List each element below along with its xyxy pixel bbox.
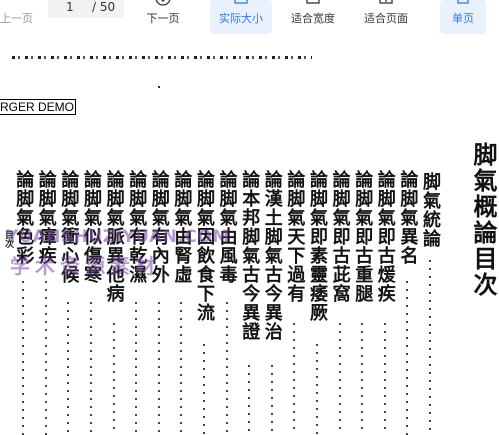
fit-width-icon	[306, 0, 320, 4]
toc-leader-dots	[67, 302, 70, 435]
pdf-toolbar: 上一页 1 / 50 下一页 实际大小 适合宽度 适合页面 单页	[0, 0, 499, 34]
prev-page-button[interactable]: 上一页	[0, 0, 36, 34]
toc-leader-dots	[135, 302, 138, 435]
toc-leader-dots	[22, 281, 25, 435]
toc-leader-dots	[338, 323, 341, 435]
actual-size-button[interactable]: 实际大小	[210, 0, 272, 34]
next-page-button[interactable]: 下一页	[140, 0, 186, 34]
page-number-field[interactable]: 1 / 50	[48, 0, 124, 18]
actual-size-icon	[234, 0, 248, 4]
fit-page-button[interactable]: 适合页面	[356, 0, 416, 34]
fit-width-label: 适合宽度	[291, 12, 335, 25]
toc-leader-dots	[248, 365, 251, 435]
toc-leader-dots	[406, 281, 409, 435]
fit-width-button[interactable]: 适合宽度	[283, 0, 343, 34]
watermark-text: 学术资源素材	[10, 254, 160, 278]
next-page-icon	[155, 0, 171, 6]
prev-page-label: 上一页	[0, 12, 33, 25]
next-page-label: 下一页	[146, 12, 180, 25]
toc-leader-dots	[361, 323, 364, 435]
current-page-input[interactable]: 1	[66, 0, 74, 14]
watermark-url: YUANSHUZIYUAN.COM	[6, 227, 230, 247]
toc-leader-dots	[293, 323, 296, 435]
single-page-button[interactable]: 单页	[440, 0, 486, 34]
single-page-label: 单页	[452, 12, 474, 25]
scan-noise-line	[12, 56, 312, 59]
demo-banner: RGER DEMO	[0, 99, 77, 115]
toc-leader-dots	[180, 302, 183, 435]
scan-noise-dot	[158, 86, 160, 88]
toc-leader-dots	[429, 260, 431, 435]
fit-page-label: 适合页面	[364, 12, 408, 25]
toc-leader-dots	[203, 344, 205, 435]
toc-leader-dots	[225, 302, 228, 435]
toc-leader-dots	[316, 344, 318, 435]
toc-leader-dots	[44, 281, 47, 435]
toc-leader-dots	[112, 323, 115, 435]
actual-size-label: 实际大小	[219, 12, 263, 25]
toc-leader-dots	[90, 302, 92, 435]
document-title: 脚氣概論目次	[469, 142, 498, 298]
toc-leader-dots	[157, 302, 160, 435]
single-page-icon	[457, 0, 469, 4]
total-pages: / 50	[92, 0, 116, 14]
fit-page-icon	[379, 0, 393, 4]
toc-leader-dots	[383, 323, 386, 435]
toc-leader-dots	[270, 365, 273, 435]
document-page: RGER DEMO 脚氣概論目次 脚氣統論 論脚氣異名 論脚氣即古煖疾 論脚氣即古重腿…	[0, 34, 499, 435]
